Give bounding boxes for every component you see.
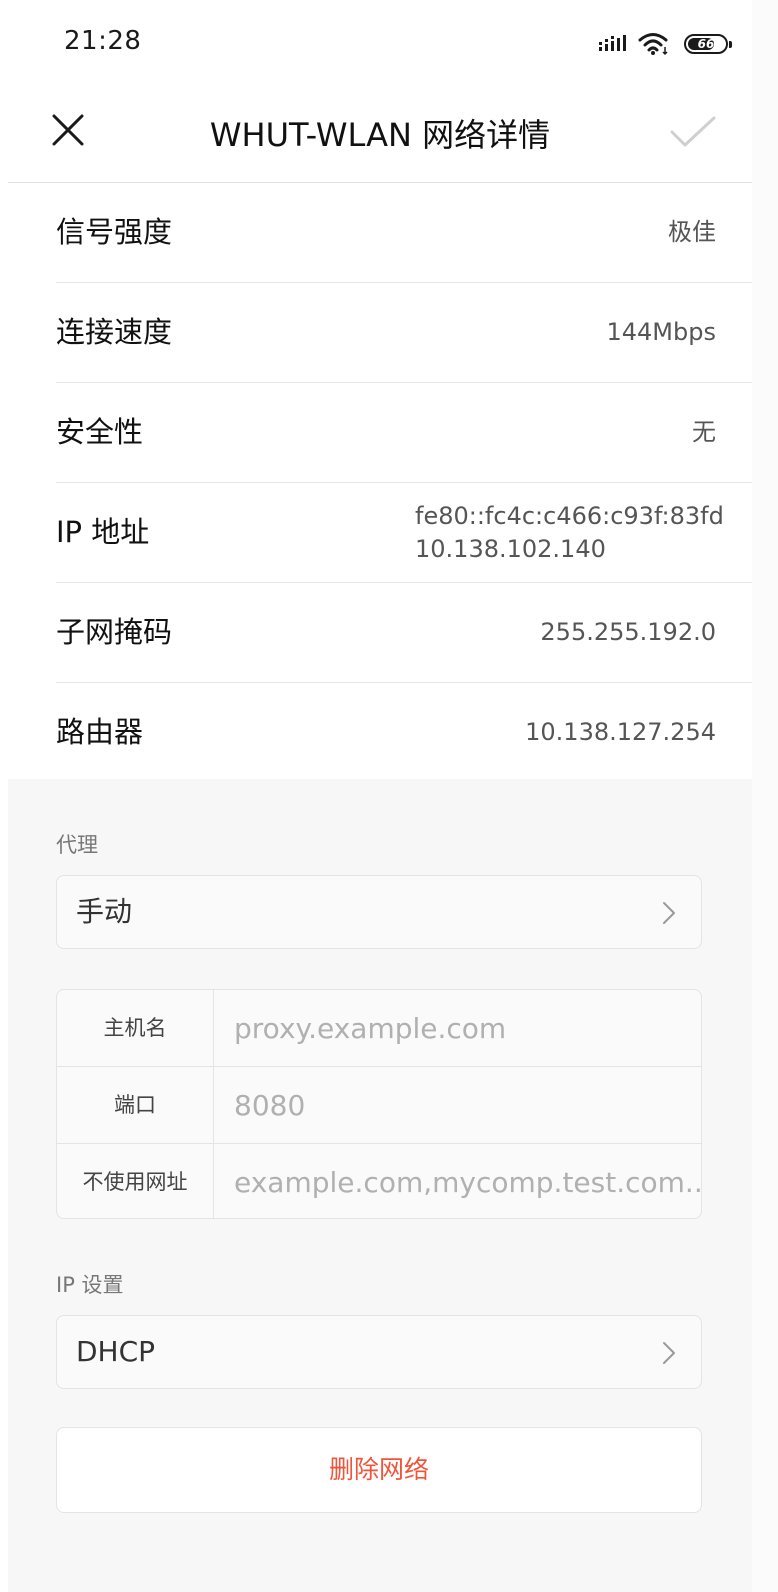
detail-row-ip-address: IP 地址 fe80::fc4c:c466:c93f:83fd 10.138.1… xyxy=(56,483,752,583)
detail-label: 路由器 xyxy=(56,715,144,749)
bypass-label: 不使用网址 xyxy=(57,1144,214,1218)
check-icon xyxy=(670,116,716,147)
detail-row-security: 安全性 无 xyxy=(56,383,752,483)
detail-row-signal: 信号强度 极佳 xyxy=(56,183,752,283)
bypass-input[interactable] xyxy=(214,1144,701,1218)
ipv4-address: 10.138.102.140 xyxy=(415,535,606,563)
status-bar: 21:28 66 xyxy=(0,0,778,88)
detail-row-subnet: 子网掩码 255.255.192.0 xyxy=(56,583,752,683)
ipv6-address: fe80::fc4c:c466:c93f:83fd xyxy=(415,502,724,530)
proxy-mode-select[interactable]: 手动 xyxy=(56,875,702,949)
delete-network-button[interactable]: 删除网络 xyxy=(56,1427,702,1513)
detail-row-router: 路由器 10.138.127.254 xyxy=(56,683,752,782)
background-edge xyxy=(752,0,778,1592)
ip-address-values: fe80::fc4c:c466:c93f:83fd 10.138.102.140 xyxy=(415,500,724,566)
close-button[interactable] xyxy=(48,108,88,152)
signal-icon xyxy=(599,35,626,51)
network-detail-list: 信号强度 极佳 连接速度 144Mbps 安全性 无 IP 地址 fe80::f… xyxy=(8,183,752,782)
settings-section: 代理 手动 主机名 端口 不使用网址 IP 设置 DHCP 删除网络 xyxy=(8,779,752,1592)
detail-value: 10.138.127.254 xyxy=(525,718,716,746)
chevron-right-icon xyxy=(663,1342,675,1364)
detail-value: 无 xyxy=(692,418,716,446)
port-input[interactable] xyxy=(214,1067,701,1143)
proxy-row-port: 端口 xyxy=(57,1067,701,1144)
title-bar: WHUT-WLAN 网络详情 xyxy=(0,88,778,182)
ip-settings-value: DHCP xyxy=(76,1335,156,1368)
detail-row-speed: 连接速度 144Mbps xyxy=(56,283,752,383)
chevron-right-icon xyxy=(663,902,675,924)
proxy-section-label: 代理 xyxy=(56,833,98,857)
wifi-icon xyxy=(638,33,668,56)
proxy-row-bypass: 不使用网址 xyxy=(57,1144,701,1218)
detail-label: IP 地址 xyxy=(56,515,150,549)
proxy-mode-value: 手动 xyxy=(76,895,133,928)
hostname-label: 主机名 xyxy=(57,990,214,1066)
detail-value: 144Mbps xyxy=(606,318,717,346)
detail-label: 连接速度 xyxy=(56,315,173,349)
battery-tip xyxy=(729,41,732,48)
proxy-settings-table: 主机名 端口 不使用网址 xyxy=(56,989,702,1219)
ip-settings-select[interactable]: DHCP xyxy=(56,1315,702,1389)
detail-label: 子网掩码 xyxy=(56,615,173,649)
page-title: WHUT-WLAN 网络详情 xyxy=(209,116,551,154)
detail-value: 255.255.192.0 xyxy=(540,618,716,646)
status-icons: 66 xyxy=(598,30,732,58)
detail-value: 极佳 xyxy=(668,218,716,246)
hostname-input[interactable] xyxy=(214,990,701,1066)
confirm-button[interactable] xyxy=(668,112,718,152)
detail-label: 信号强度 xyxy=(56,215,173,249)
close-icon xyxy=(52,114,84,146)
status-time: 21:28 xyxy=(64,26,142,56)
detail-label: 安全性 xyxy=(56,415,144,449)
proxy-row-hostname: 主机名 xyxy=(57,990,701,1067)
ip-settings-section-label: IP 设置 xyxy=(56,1273,124,1297)
battery-icon: 66 xyxy=(684,34,732,54)
battery-level: 66 xyxy=(697,37,715,51)
port-label: 端口 xyxy=(57,1067,214,1143)
